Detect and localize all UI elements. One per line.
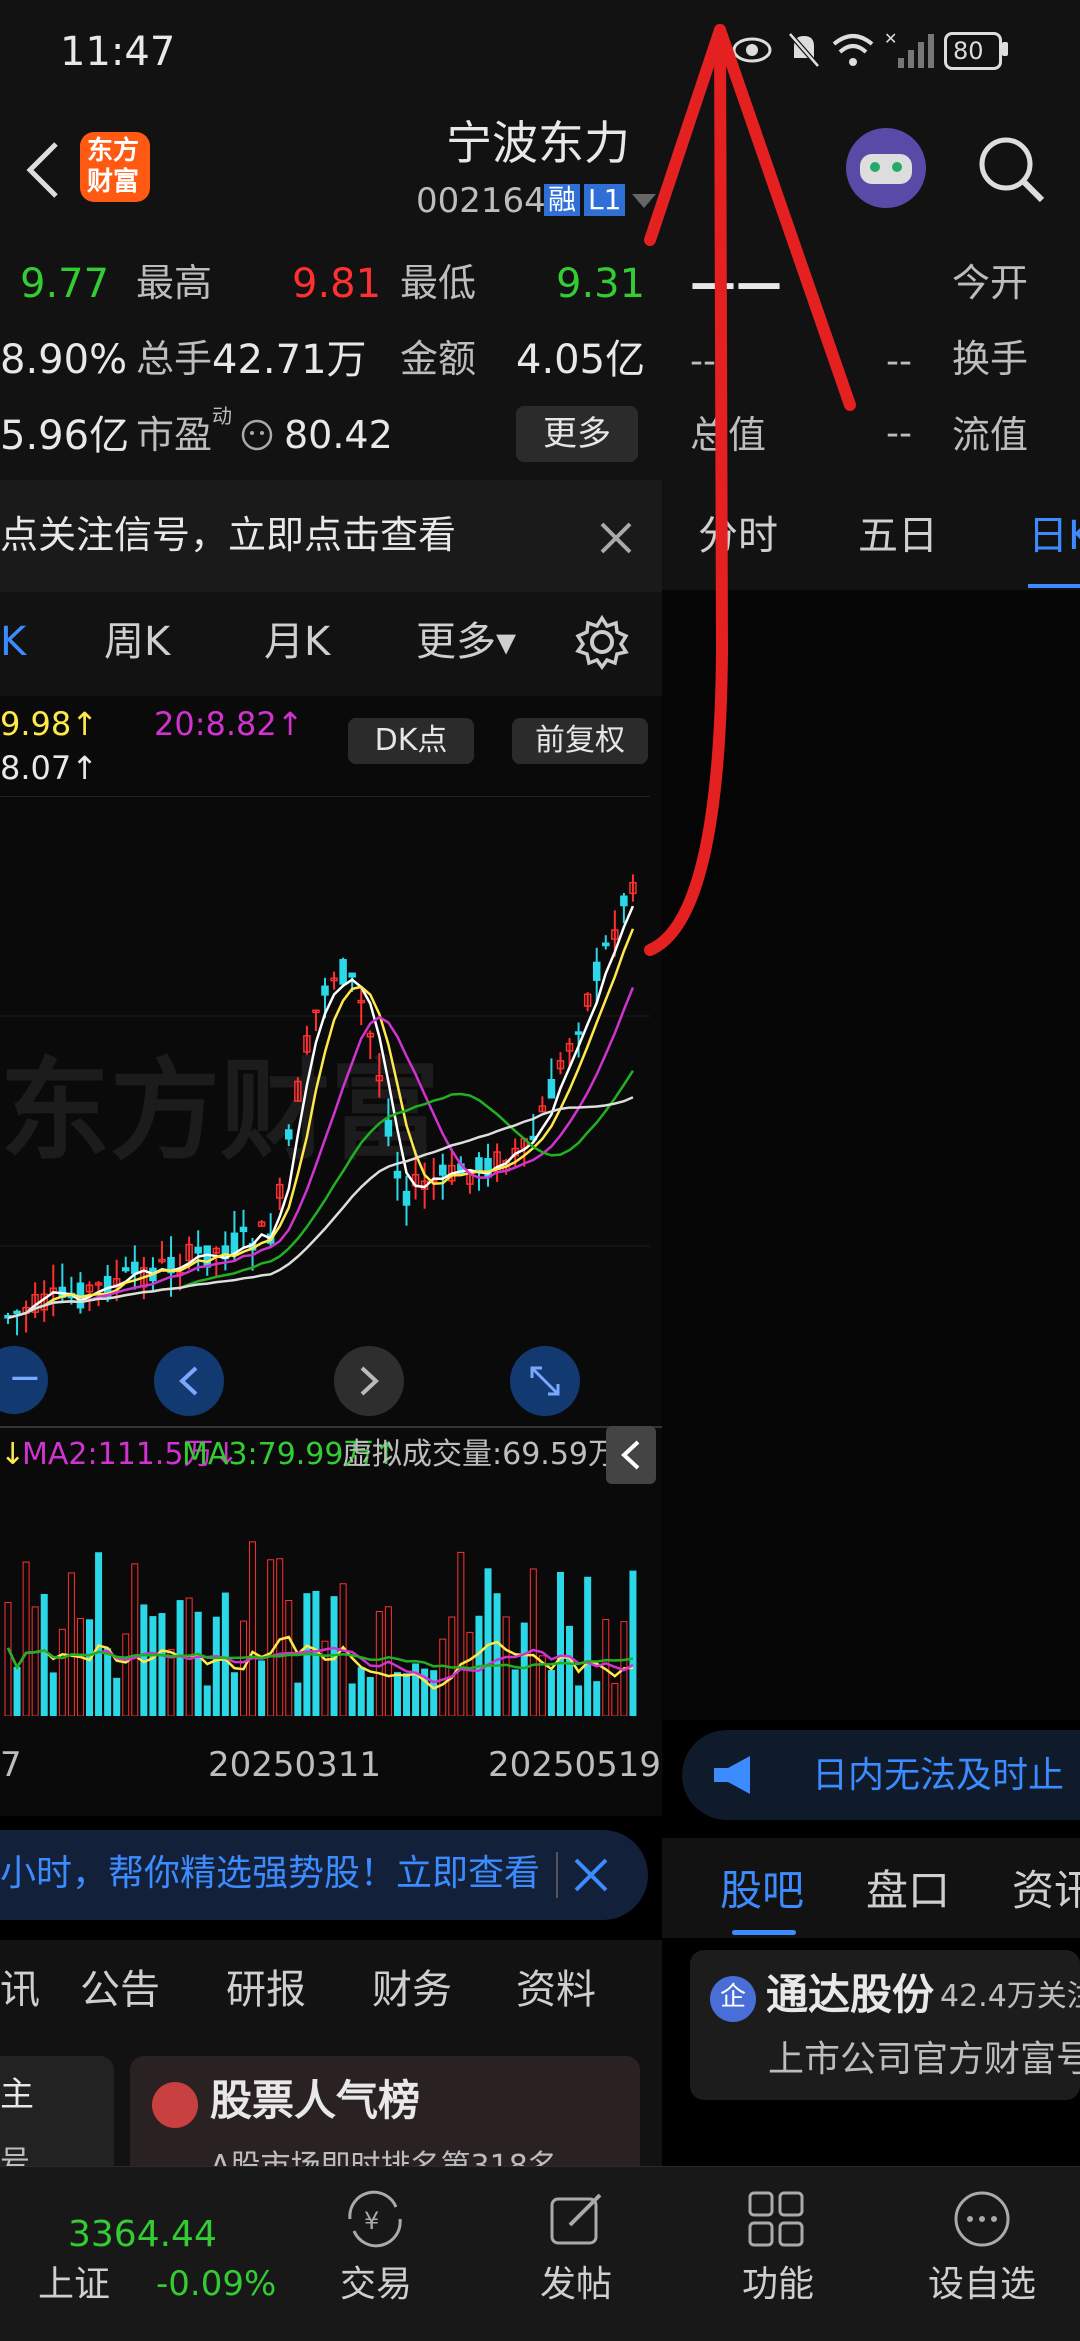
hand-drawn-arrow [644, 24, 856, 956]
